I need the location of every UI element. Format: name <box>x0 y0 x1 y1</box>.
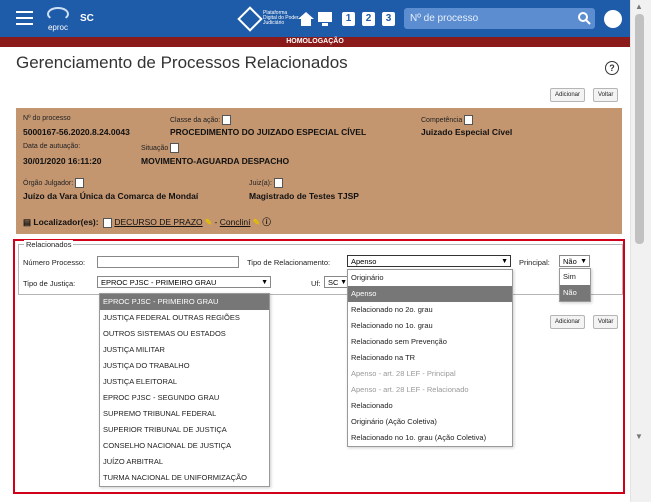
menu-icon[interactable] <box>16 11 33 25</box>
info-icon[interactable] <box>170 143 180 153</box>
scroll-down-icon[interactable]: ▼ <box>635 432 643 441</box>
dropdown-option[interactable]: EPROC PJSC - PRIMEIRO GRAU <box>100 294 269 310</box>
dropdown-option[interactable]: JUSTIÇA FEDERAL OUTRAS REGIÕES <box>100 310 269 326</box>
dropdown-option[interactable]: SUPERIOR TRIBUNAL DE JUSTIÇA <box>100 422 269 438</box>
process-info-panel: Nº do processo 5000167-56.2020.8.24.0043… <box>16 108 622 234</box>
dropdown-option[interactable]: Apenso <box>348 286 512 302</box>
situacao-value: MOVIMENTO-AGUARDA DESPACHO <box>141 156 290 166</box>
info-icon[interactable] <box>75 178 85 188</box>
situacao-label: Situação <box>141 143 180 153</box>
classe-value: PROCEDIMENTO DO JUIZADO ESPECIAL CÍVEL <box>170 127 367 137</box>
scroll-up-icon[interactable]: ▲ <box>635 2 643 11</box>
scrollbar-thumb[interactable] <box>635 14 644 244</box>
search-icon[interactable] <box>577 11 591 25</box>
dropdown-option[interactable]: Originário <box>348 270 512 286</box>
info-icon[interactable] <box>273 178 283 188</box>
tab-1[interactable]: 1 <box>342 12 355 26</box>
orgao-value: Juízo da Vara Única da Comarca de Mondaí <box>23 191 199 201</box>
scrollbar[interactable]: ▲ ▼ <box>630 0 651 502</box>
chevron-down-icon: ▼ <box>501 258 508 265</box>
dropdown-option: Apenso - art. 28 LEF - Principal <box>351 369 456 378</box>
principal-dropdown: Sim Não <box>559 268 591 302</box>
principal-label: Principal: <box>519 258 550 267</box>
dropdown-option[interactable]: Relacionado <box>348 398 512 414</box>
data-label: Data de autuação: <box>23 143 81 150</box>
dropdown-option[interactable]: Relacionado no 2o. grau <box>348 302 512 318</box>
back-button-lower[interactable]: Voltar <box>593 315 619 329</box>
dropdown-option[interactable]: JUSTIÇA MILITAR <box>100 342 269 358</box>
dropdown-option[interactable]: TURMA NACIONAL DE UNIFORMIZAÇÃO <box>100 470 269 486</box>
numero-processo-input[interactable] <box>97 256 239 268</box>
top-navbar: eproc SC Plataforma Digital do Poder Jud… <box>0 0 630 37</box>
info-icon[interactable] <box>464 115 474 125</box>
fieldset-legend: Relacionados <box>24 240 74 249</box>
process-number[interactable]: 5000167-56.2020.8.24.0043 <box>23 127 130 137</box>
tab-3[interactable]: 3 <box>382 12 395 26</box>
chevron-down-icon: ▼ <box>580 258 587 265</box>
pencil-icon[interactable]: ✎ <box>205 217 212 227</box>
tipo-justica-select[interactable]: EPROC PJSC - PRIMEIRO GRAU ▼ <box>97 276 271 288</box>
dropdown-option[interactable]: JUSTIÇA DO TRABALHO <box>100 358 269 374</box>
localizadores: ▤ Localizador(es): DECURSO DE PRAZO ✎ - … <box>23 217 271 228</box>
eproc-logo[interactable]: eproc <box>45 7 71 32</box>
dropdown-option[interactable]: JUÍZO ARBITRAL <box>100 454 269 470</box>
numero-processo-label: Número Processo: <box>23 258 86 267</box>
classe-label: Classe da ação: <box>170 115 232 125</box>
dropdown-option[interactable]: Relacionado no 1o. grau (Ação Coletiva) <box>348 430 512 446</box>
localizador-link-2[interactable]: Concliní <box>220 217 251 227</box>
page: eproc SC Plataforma Digital do Poder Jud… <box>0 0 630 502</box>
dropdown-option[interactable]: SUPREMO TRIBUNAL FEDERAL <box>100 406 269 422</box>
dropdown-option[interactable]: Relacionado sem Prevenção <box>348 334 512 350</box>
chevron-down-icon: ▼ <box>261 279 268 286</box>
tipo-relacionamento-label: Tipo de Relacionamento: <box>247 258 331 267</box>
dropdown-option[interactable]: Sim <box>560 269 590 285</box>
dropdown-option[interactable]: JUSTIÇA ELEITORAL <box>100 374 269 390</box>
add-button[interactable]: Adicionar <box>550 88 586 102</box>
juiz-label: Juiz(a): <box>249 178 283 188</box>
user-avatar-icon[interactable] <box>604 10 622 28</box>
tipo-relacionamento-dropdown: Originário Apenso Relacionado no 2o. gra… <box>347 269 513 447</box>
info-icon[interactable] <box>222 115 232 125</box>
tipo-justica-dropdown: EPROC PJSC - PRIMEIRO GRAU JUSTIÇA FEDER… <box>99 293 270 487</box>
help-circle-icon[interactable]: ⓘ <box>262 217 271 227</box>
platform-diamond-icon <box>237 6 263 32</box>
uf-label: Uf: <box>311 279 321 288</box>
localizador-link-1[interactable]: DECURSO DE PRAZO <box>114 217 202 227</box>
page-title: Gerenciamento de Processos Relacionados <box>16 53 348 72</box>
info-icon[interactable] <box>102 217 112 228</box>
back-button[interactable]: Voltar <box>593 88 619 102</box>
tipo-justica-label: Tipo de Justiça: <box>23 279 76 288</box>
court-sigla: SC <box>80 13 94 24</box>
process-search-input[interactable]: Nº de processo <box>404 8 595 29</box>
tipo-relacionamento-select[interactable]: Apenso ▼ <box>347 255 511 267</box>
pencil-icon[interactable]: ✎ <box>253 217 260 227</box>
monitor-icon[interactable] <box>317 11 333 27</box>
numero-label: Nº do processo <box>23 115 71 122</box>
home-icon[interactable] <box>298 12 314 26</box>
chevron-down-icon: ▼ <box>340 279 347 286</box>
dropdown-option[interactable]: Relacionado no 1o. grau <box>348 318 512 334</box>
help-icon[interactable]: ? <box>605 61 619 75</box>
juiz-value: Magistrado de Testes TJSP <box>249 191 359 201</box>
add-button-lower[interactable]: Adicionar <box>550 315 586 329</box>
competencia-value: Juizado Especial Cível <box>421 127 513 137</box>
dropdown-option[interactable]: EPROC PJSC - SEGUNDO GRAU <box>100 390 269 406</box>
competencia-label: Competência <box>421 115 474 125</box>
tab-2[interactable]: 2 <box>362 12 375 26</box>
dropdown-option: Apenso - art. 28 LEF - Relacionado <box>351 385 469 394</box>
dropdown-option[interactable]: Originário (Ação Coletiva) <box>348 414 512 430</box>
dropdown-option[interactable]: OUTROS SISTEMAS OU ESTADOS <box>100 326 269 342</box>
dropdown-option[interactable]: Relacionado na TR <box>348 350 512 366</box>
folder-icon: ▤ <box>23 217 32 227</box>
principal-select[interactable]: Não ▼ <box>559 255 590 267</box>
orgao-label: Órgão Julgador: <box>23 178 85 188</box>
dropdown-option[interactable]: Não <box>560 285 590 301</box>
dropdown-option[interactable]: CONSELHO NACIONAL DE JUSTIÇA <box>100 438 269 454</box>
data-value: 30/01/2020 16:11:20 <box>23 156 102 166</box>
environment-banner: HOMOLOGAÇÃO <box>0 37 630 47</box>
